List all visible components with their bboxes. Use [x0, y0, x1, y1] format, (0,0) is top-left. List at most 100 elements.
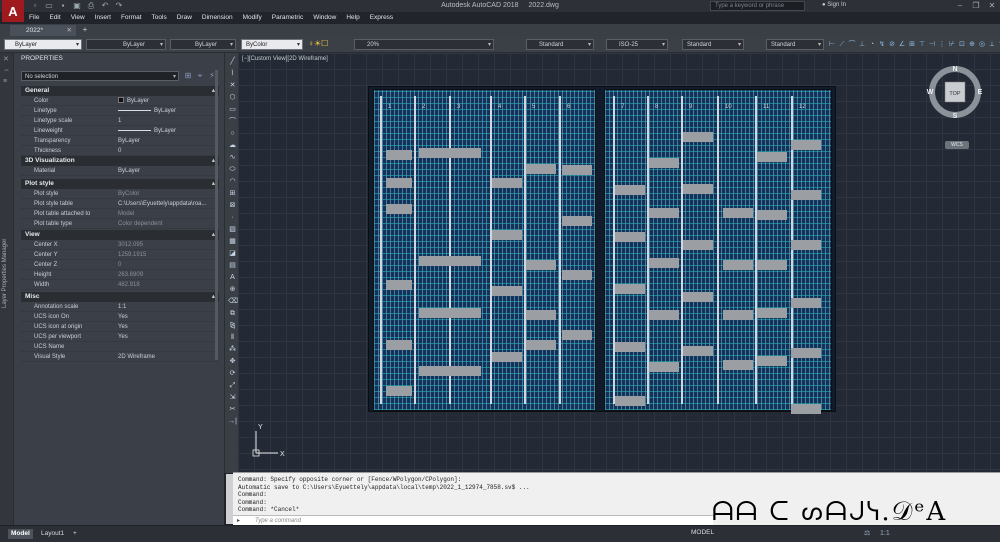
table-cell-filled[interactable] [649, 362, 679, 372]
tab-2022[interactable]: 2022* ✕ [10, 25, 76, 36]
circle-icon[interactable]: ○ [228, 129, 237, 138]
property-value-cell[interactable]: 2D Wireframe [118, 352, 218, 362]
command-input[interactable]: ▸ Type a command [233, 515, 713, 525]
palette-menu-icon[interactable]: ≡ [3, 78, 11, 86]
table-cell-filled[interactable] [757, 210, 787, 220]
table-cell-filled[interactable] [615, 232, 645, 242]
mtext-icon[interactable]: A [228, 273, 237, 282]
table-cell-filled[interactable] [757, 260, 787, 270]
quick-dim-icon[interactable]: ⊞ [908, 39, 916, 50]
table-cell-filled[interactable] [562, 216, 592, 226]
compass-north[interactable]: N [952, 66, 957, 73]
table-cell-filled[interactable] [723, 260, 753, 270]
property-row[interactable]: Plot style ByColor [21, 189, 219, 199]
drawing-table-left[interactable]: 1 2 3 4 5 6 [373, 89, 596, 411]
break-icon[interactable]: ⊬ [948, 39, 956, 50]
center-mark-icon[interactable]: ⊕ [968, 39, 976, 50]
property-value-cell[interactable]: 482.918 [118, 280, 218, 290]
section-view[interactable]: View ▴ [21, 230, 219, 240]
table-cell-filled[interactable] [386, 386, 412, 396]
property-row[interactable]: Transparency ByLayer [21, 136, 219, 146]
compass-south[interactable]: S [953, 113, 958, 120]
mirror-icon[interactable]: ⧎ [228, 321, 237, 330]
table-cell-filled[interactable] [562, 270, 592, 280]
table-cell-filled[interactable] [683, 346, 713, 356]
table-cell-filled[interactable] [791, 140, 821, 150]
property-value-cell[interactable]: C:\Users\Eyuettely\appdata\roa... [118, 199, 218, 209]
dimension-icon[interactable]: ⊢ [828, 39, 836, 50]
table-cell-filled[interactable] [791, 240, 821, 250]
property-value-cell[interactable]: 1 [118, 116, 218, 126]
table-cell-filled[interactable] [757, 356, 787, 366]
rotate-icon[interactable]: ⟳ [228, 369, 237, 378]
menu-express[interactable]: Express [365, 12, 398, 23]
menu-modify[interactable]: Modify [238, 12, 267, 23]
insert-block-icon[interactable]: ⊞ [228, 189, 237, 198]
move-icon[interactable]: ✥ [228, 357, 237, 366]
restore-icon[interactable]: ❐ [968, 0, 984, 12]
layer-dropdown[interactable]: ByLayer [4, 39, 82, 51]
polyline-icon[interactable]: ⌇ [228, 69, 237, 78]
close-tab-icon[interactable]: ✕ [67, 25, 72, 36]
extend-icon[interactable]: →| [228, 417, 237, 426]
table-cell-filled[interactable] [492, 230, 522, 240]
table-cell-filled[interactable] [526, 310, 556, 320]
property-value-cell[interactable]: 0 [118, 146, 218, 156]
jogged-linear-icon[interactable]: ⟂ [988, 39, 996, 50]
property-value-cell[interactable]: Model [118, 209, 218, 219]
spline-icon[interactable]: ∿ [228, 153, 237, 162]
property-value-cell[interactable]: Yes [118, 332, 218, 342]
section-viz[interactable]: 3D Visualization ▴ [21, 156, 219, 166]
application-menu-button[interactable]: A [2, 0, 24, 22]
table-cell-filled[interactable] [615, 396, 645, 406]
close-icon[interactable]: ✕ [984, 0, 1000, 12]
model-space-button[interactable]: MODEL [691, 529, 714, 536]
property-value-cell[interactable]: 0 [118, 260, 218, 270]
table-cell-filled[interactable] [723, 208, 753, 218]
arc-icon[interactable]: ⌒ [228, 117, 237, 126]
command-line-grip[interactable] [226, 474, 233, 524]
drawing-viewport[interactable]: [−][Custom View][2D Wireframe] 123456 78… [238, 53, 1000, 472]
property-value-cell[interactable]: 1259.1915 [118, 250, 218, 260]
table-cell-filled[interactable] [419, 366, 481, 376]
table-cell-filled[interactable] [723, 310, 753, 320]
table-cell-filled[interactable] [615, 342, 645, 352]
section-misc[interactable]: Misc ▴ [21, 292, 219, 302]
table-cell-filled[interactable] [683, 132, 713, 142]
arc-length-icon[interactable]: ⌒ [848, 39, 856, 50]
property-row[interactable]: Visual Style 2D Wireframe [21, 352, 219, 362]
menu-tools[interactable]: Tools [147, 12, 172, 23]
sign-in-link[interactable]: ● Sign In [822, 2, 846, 8]
property-value-cell[interactable]: ByColor [118, 189, 218, 199]
tolerance-icon[interactable]: ⊡ [958, 39, 966, 50]
layer-properties-manager-label[interactable]: Layer Properties Manager [2, 218, 8, 308]
array-icon[interactable]: ⁂ [228, 345, 237, 354]
table-cell-filled[interactable] [562, 165, 592, 175]
property-row[interactable]: Thickness 0 [21, 146, 219, 156]
diameter-icon[interactable]: ⊘ [888, 39, 896, 50]
region-icon[interactable]: ◪ [228, 249, 237, 258]
section-general[interactable]: General ▴ [21, 86, 219, 96]
property-row[interactable]: Plot table type Color dependent [21, 219, 219, 229]
property-row[interactable]: Center Z 0 [21, 260, 219, 270]
menu-help[interactable]: Help [341, 12, 364, 23]
property-row[interactable]: Center Y 1259.1915 [21, 250, 219, 260]
revcloud-icon[interactable]: ☁ [228, 141, 237, 150]
property-row[interactable]: Center X 3012.095 [21, 240, 219, 250]
menu-format[interactable]: Format [116, 12, 147, 23]
table-cell-filled[interactable] [526, 164, 556, 174]
menu-view[interactable]: View [66, 12, 90, 23]
rectangle-icon[interactable]: ▭ [228, 105, 237, 114]
erase-icon[interactable]: ⌫ [228, 297, 238, 306]
table-cell-filled[interactable] [492, 352, 522, 362]
property-value-cell[interactable]: 3012.095 [118, 240, 218, 250]
linetype-dropdown[interactable]: ByLayer [86, 39, 166, 51]
table-cell-filled[interactable] [649, 258, 679, 268]
tab-layout1[interactable]: Layout1 [38, 529, 67, 539]
property-row[interactable]: Linetype scale 1 [21, 116, 219, 126]
text-style-dropdown[interactable]: Standard [526, 39, 594, 51]
make-block-icon[interactable]: ⊠ [228, 201, 237, 210]
wcs-menu[interactable]: WCS [945, 141, 969, 149]
menu-window[interactable]: Window [308, 12, 341, 23]
property-row[interactable]: UCS per viewport Yes [21, 332, 219, 342]
